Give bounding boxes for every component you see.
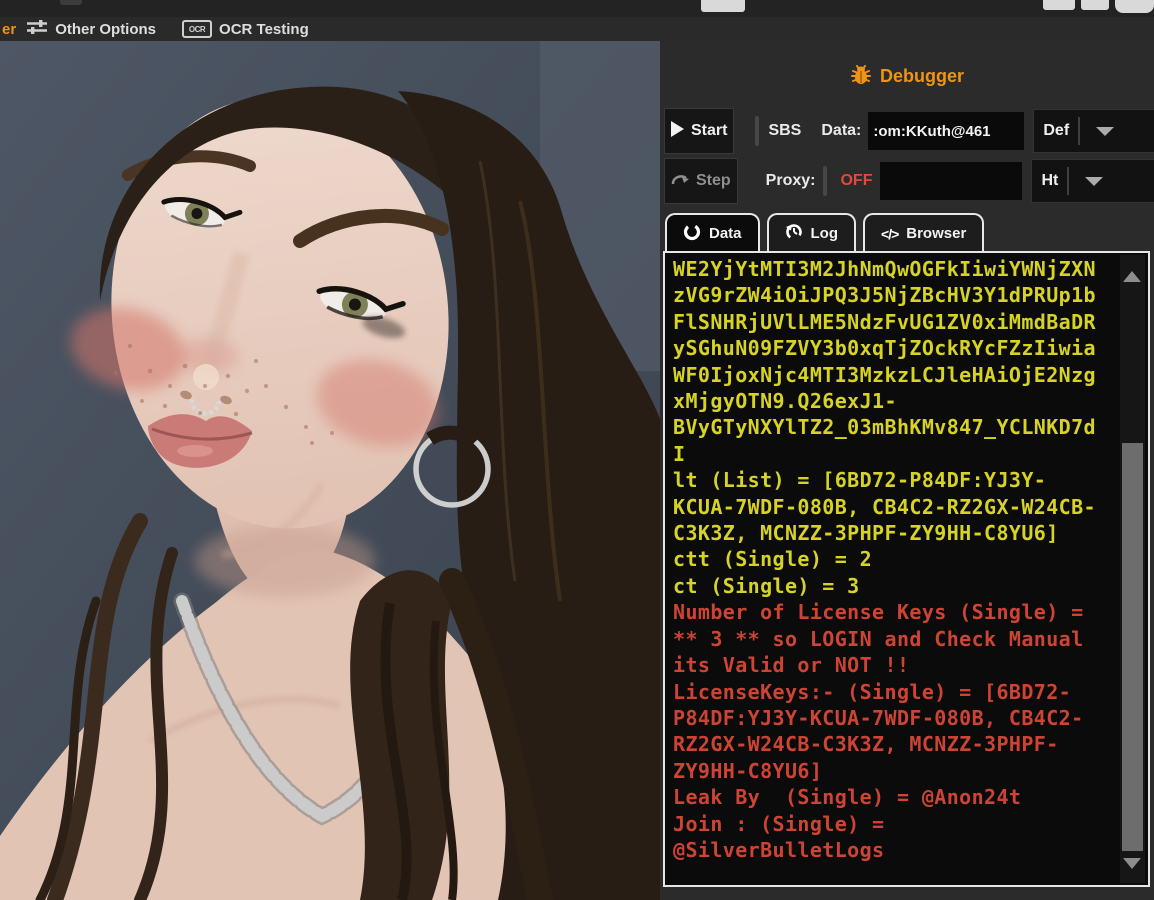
console-line: zVG9rZW4iOiJPQ3J5NjZBcHV3Y1dPRUp1b xyxy=(673,283,1096,308)
proxy-input[interactable] xyxy=(880,162,1023,200)
separator xyxy=(1078,117,1081,145)
console-line: Join : (Single) = xyxy=(673,811,885,836)
ocr-icon: OCR xyxy=(182,20,213,38)
app-window: er Other Options OCR OCR Testing Debugge… xyxy=(0,0,1154,900)
proxy-label: Proxy: xyxy=(765,172,816,189)
scrollbar-thumb[interactable] xyxy=(1122,443,1143,851)
cutoff-glyph xyxy=(60,0,82,5)
chevron-down-icon xyxy=(1085,176,1104,186)
log-history-icon xyxy=(785,223,803,245)
wordlist-type-dropdown[interactable]: Def xyxy=(1033,109,1154,153)
proxy-status: OFF xyxy=(840,172,873,189)
debugger-panel: Debugger Start SBS Data: Def xyxy=(660,41,1154,900)
console-line: WE2YjYtMTI3M2JhNmQwOGFkIiwiYWNjZXN xyxy=(673,257,1096,281)
menu-other-options[interactable]: Other Options xyxy=(26,19,156,39)
sliders-icon xyxy=(26,19,48,39)
separator xyxy=(1067,167,1070,195)
play-icon xyxy=(671,120,684,142)
console-line: @SilverBulletLogs xyxy=(673,837,885,862)
console-output: WE2YjYtMTI3M2JhNmQwOGFkIiwiYWNjZXN zVG9rZ… xyxy=(673,256,1118,883)
debugger-title-label: Debugger xyxy=(879,66,964,86)
console-line: its Valid or NOT !! xyxy=(673,653,910,678)
step-arrow-icon xyxy=(671,172,689,191)
console-line: Number of License Keys (Single) = xyxy=(673,600,1084,625)
console-line: I xyxy=(673,441,686,466)
console-line: Leak By (Single) = @Anon24t xyxy=(673,785,1022,810)
scroll-up-icon[interactable] xyxy=(1123,271,1141,282)
console-line: RZ2GX-W24CB-C3K3Z, MCNZZ-3PHPF- xyxy=(673,732,1059,757)
clipped-menu-item[interactable]: er xyxy=(2,21,16,38)
cutoff-glyph xyxy=(1081,0,1109,10)
menu-label: OCR Testing xyxy=(219,20,309,38)
console-line: lt (List) = [6BD72-P84DF:YJ3Y- xyxy=(673,468,1047,493)
sbs-label: SBS xyxy=(768,122,802,139)
chevron-down-icon xyxy=(1096,126,1115,136)
menu-bar: er Other Options OCR OCR Testing xyxy=(0,17,1154,41)
console-line: WF0IjoxNjc4MTI3MzkzLCJleHAiOjE2Nzg xyxy=(673,362,1096,387)
data-circle-icon xyxy=(683,223,701,245)
console-line: C3K3Z, MCNZZ-3PHPF-ZY9HH-C8YU6] xyxy=(673,521,1059,546)
tab-data[interactable]: Data xyxy=(665,213,760,252)
scroll-down-icon[interactable] xyxy=(1123,858,1141,869)
console-line: ct (Single) = 3 xyxy=(673,573,860,598)
console-line: xMjgyOTN9.Q26exJ1- xyxy=(673,389,897,414)
menu-ocr-testing[interactable]: OCR OCR Testing xyxy=(182,20,309,38)
debugger-controls-row2: Step Proxy: OFF Ht xyxy=(664,158,1154,204)
step-button[interactable]: Step xyxy=(664,158,738,204)
tab-browser[interactable]: </> Browser xyxy=(863,213,985,252)
console-line: LicenseKeys:- (Single) = [6BD72- xyxy=(673,679,1072,704)
console-line: FlSNHRjUVlLME5NdzFvUG1ZV0xiMmdBaDR xyxy=(673,309,1096,334)
console-line: ** 3 ** so LOGIN and Check Manual xyxy=(673,626,1084,651)
menu-label: Other Options xyxy=(55,20,157,38)
sbs-checkbox[interactable] xyxy=(755,116,760,146)
data-input[interactable] xyxy=(868,112,1025,150)
proxy-type-dropdown[interactable]: Ht xyxy=(1031,159,1154,203)
console-scrollbar[interactable] xyxy=(1120,255,1145,883)
data-label: Data: xyxy=(821,122,862,139)
console-line: BVyGTyNXYlTZ2_03mBhKMv847_YCLNKD7d xyxy=(673,415,1096,440)
debugger-controls-row1: Start SBS Data: Def xyxy=(664,108,1154,154)
browser-code-icon: </> xyxy=(881,225,899,242)
console-line: ZY9HH-C8YU6] xyxy=(673,758,823,783)
console-line: P84DF:YJ3Y-KCUA-7WDF-080B, CB4C2- xyxy=(673,705,1084,730)
debugger-title: Debugger xyxy=(660,63,1154,90)
cutoff-glyph xyxy=(1043,0,1075,10)
bug-icon xyxy=(850,63,872,90)
console-line: ySGhuN09FZVY3b0xqTjZOckRYcFZzIiwia xyxy=(673,336,1096,361)
debugger-tabs: Data Log </> Browser xyxy=(665,213,985,252)
webcam-photo xyxy=(0,41,660,900)
tab-log[interactable]: Log xyxy=(766,213,857,252)
proxy-checkbox[interactable] xyxy=(823,166,828,196)
window-top-strip xyxy=(0,0,1154,17)
console-line: ctt (Single) = 2 xyxy=(673,547,873,572)
cutoff-glyph xyxy=(701,0,745,12)
debug-console[interactable]: WE2YjYtMTI3M2JhNmQwOGFkIiwiYWNjZXN zVG9rZ… xyxy=(663,251,1150,887)
console-line: KCUA-7WDF-080B, CB4C2-RZ2GX-W24CB- xyxy=(673,494,1096,519)
cutoff-glyph xyxy=(1115,0,1154,13)
start-button[interactable]: Start xyxy=(664,108,735,154)
